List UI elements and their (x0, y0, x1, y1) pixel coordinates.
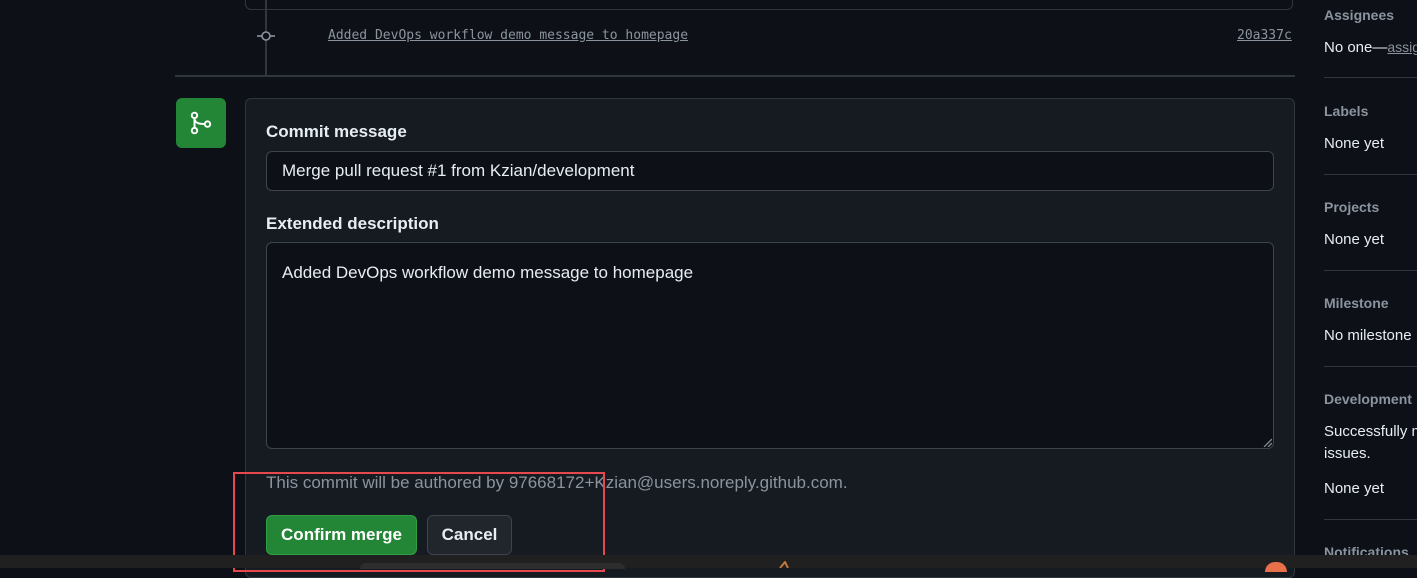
commits-box-edge (245, 0, 1293, 10)
extended-description-textarea[interactable]: Added DevOps workflow demo message to ho… (266, 242, 1274, 449)
resize-grip-icon[interactable] (1262, 437, 1272, 447)
git-merge-icon (190, 111, 212, 135)
projects-value: None yet (1324, 231, 1385, 248)
os-taskbar (0, 555, 1417, 568)
labels-heading[interactable]: Labels (1324, 103, 1368, 119)
git-commit-icon (257, 31, 275, 41)
development-description-line1: Successfully merging this pull request m… (1324, 423, 1417, 440)
commit-link[interactable]: Added DevOps workflow demo message to ho… (328, 28, 688, 43)
projects-heading[interactable]: Projects (1324, 199, 1379, 215)
development-value: None yet (1324, 480, 1385, 497)
sidebar-divider (1324, 270, 1417, 271)
assign-yourself-link[interactable]: assign yourself (1387, 39, 1417, 55)
extended-description-label: Extended description (266, 214, 439, 233)
milestone-heading[interactable]: Milestone (1324, 295, 1389, 311)
sidebar-divider (1324, 77, 1417, 78)
commit-message-label: Commit message (266, 122, 407, 141)
sidebar-divider (1324, 366, 1417, 367)
taskbar-app-icon[interactable] (776, 561, 792, 568)
assignees-value: No one—assign yourself (1324, 39, 1417, 56)
milestone-value: No milestone (1324, 327, 1412, 344)
merge-badge (176, 98, 226, 148)
development-heading[interactable]: Development (1324, 391, 1412, 407)
commit-message-input[interactable] (266, 151, 1274, 191)
development-description-line2: issues. (1324, 445, 1371, 462)
assignees-heading[interactable]: Assignees (1324, 7, 1394, 23)
commit-sha-link[interactable]: 20a337c (1237, 28, 1292, 43)
assignees-none: No one— (1324, 39, 1388, 56)
sidebar-divider (1324, 519, 1417, 520)
labels-value: None yet (1324, 135, 1385, 152)
taskbar-search-pill[interactable] (360, 563, 625, 569)
sidebar-divider (1324, 174, 1417, 175)
timeline-divider (175, 75, 1295, 77)
sidebar: Assignees No one—assign yourself Labels … (1310, 0, 1417, 568)
